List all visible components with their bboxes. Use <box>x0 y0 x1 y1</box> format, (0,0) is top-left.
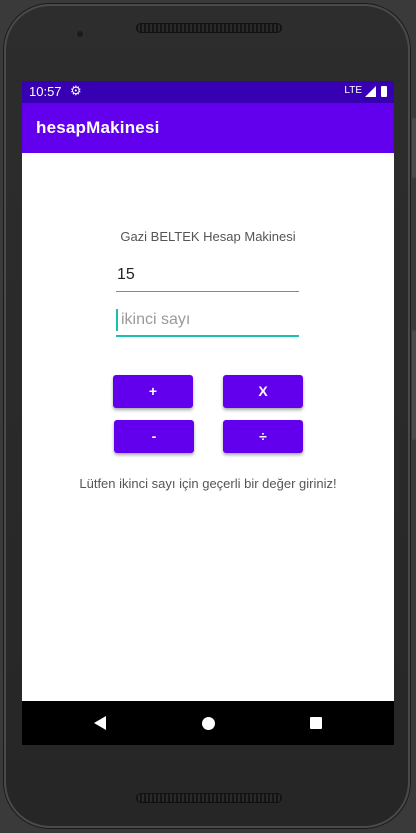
top-speaker-grille <box>136 23 282 33</box>
signal-icon <box>365 86 376 97</box>
recent-apps-icon[interactable] <box>310 717 322 729</box>
app-bar: hesapMakinesi <box>22 103 394 153</box>
app-screen: 10:57 ⚙ LTE hesapMakinesi Gazi BELTEK He… <box>22 81 394 745</box>
validation-message: Lütfen ikinci sayı için geçerli bir değe… <box>79 476 337 491</box>
second-number-field[interactable]: ikinci sayı <box>116 307 299 337</box>
second-number-placeholder: ikinci sayı <box>121 311 191 328</box>
home-icon[interactable] <box>202 717 215 730</box>
status-bar: 10:57 ⚙ LTE <box>22 81 394 103</box>
front-camera <box>76 30 84 38</box>
navigation-bar <box>22 701 394 745</box>
network-type: LTE <box>344 85 362 96</box>
text-cursor <box>116 309 118 331</box>
add-button[interactable]: + <box>113 375 193 408</box>
status-time: 10:57 <box>29 84 62 99</box>
bottom-speaker-grille <box>136 793 282 803</box>
subtract-button[interactable]: - <box>114 420 194 453</box>
calculator-heading: Gazi BELTEK Hesap Makinesi <box>120 229 296 244</box>
first-number-field[interactable]: 15 <box>116 263 299 292</box>
gear-icon: ⚙ <box>70 83 82 98</box>
power-button <box>412 118 416 178</box>
first-number-value: 15 <box>117 266 135 283</box>
volume-button <box>412 330 416 440</box>
battery-icon <box>381 86 387 97</box>
app-title: hesapMakinesi <box>36 118 160 137</box>
multiply-button[interactable]: X <box>223 375 303 408</box>
divide-button[interactable]: ÷ <box>223 420 303 453</box>
back-icon[interactable] <box>94 716 106 730</box>
